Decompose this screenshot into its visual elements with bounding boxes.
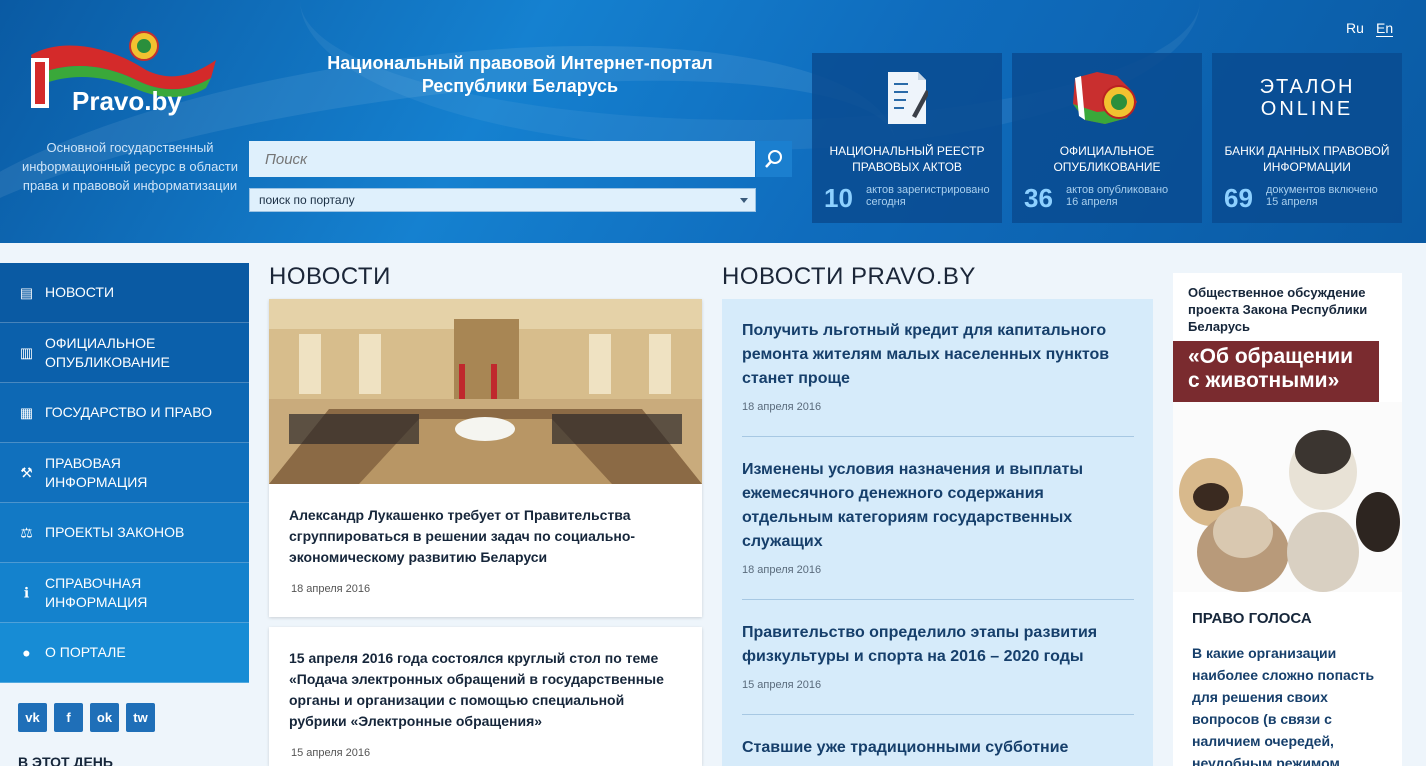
pravo-news-date: 18 апреля 2016	[742, 564, 822, 576]
stat-number: 36	[1024, 183, 1053, 213]
belarus-map-emblem-icon	[1012, 67, 1202, 129]
chat-icon: ●	[22, 644, 31, 660]
pravo-news-section-title: НОВОСТИ PRAVO.BY	[722, 263, 976, 290]
search-scope-select[interactable]: поиск по порталу	[249, 188, 756, 212]
stat-caption-line: актов опубликовано	[1066, 184, 1169, 196]
stat-title: ОФИЦИАЛЬНОЕ ОПУБЛИКОВАНИЕ	[1053, 144, 1161, 174]
stat-number: 10	[824, 183, 853, 213]
lang-ru-link[interactable]: Ru	[1346, 20, 1364, 36]
news-item-date: 15 апреля 2016	[291, 747, 371, 759]
divider	[742, 714, 1134, 715]
stat-number: 69	[1224, 183, 1253, 213]
gavel-icon: ⚒	[20, 464, 33, 480]
sidebar-item-news[interactable]: ▤ НОВОСТИ	[0, 263, 249, 323]
news-photo[interactable]	[269, 299, 702, 484]
sidebar-item-label: ПРАВОВАЯ ИНФОРМАЦИЯ	[45, 454, 148, 490]
sidebar-item-label: СПРАВОЧНАЯ ИНФОРМАЦИЯ	[45, 574, 148, 610]
pravo-news-title[interactable]: Правительство определило этапы развития …	[742, 621, 1134, 669]
search-button[interactable]	[756, 141, 792, 177]
portal-title-line: Национальный правовой Интернет-портал	[327, 53, 713, 73]
search-icon	[765, 150, 782, 168]
vk-icon[interactable]: vk	[18, 703, 47, 732]
news-item-date: 18 апреля 2016	[291, 583, 371, 595]
sidebar-item-state-law[interactable]: ▦ ГОСУДАРСТВО И ПРАВО	[0, 383, 249, 443]
stat-caption-line: 16 апреля	[1066, 196, 1118, 208]
etalon-logo-line: ONLINE	[1260, 98, 1354, 120]
sidebar-item-label: ГОСУДАРСТВО И ПРАВО	[45, 404, 212, 420]
scales-icon: ⚖	[20, 524, 33, 540]
pravo-news-date: 18 апреля 2016	[742, 401, 822, 413]
sidebar-item-legal-info[interactable]: ⚒ ПРАВОВАЯ ИНФОРМАЦИЯ	[0, 443, 249, 503]
lang-en-link[interactable]: En	[1376, 20, 1394, 37]
portal-title-line: Республики Беларусь	[421, 76, 619, 96]
news-item-title[interactable]: 15 апреля 2016 года состоялся круглый ст…	[289, 648, 684, 732]
stat-card-publication[interactable]: ОФИЦИАЛЬНОЕ ОПУБЛИКОВАНИЕ 36 актов опубл…	[1012, 53, 1202, 223]
news-item-title[interactable]: Александр Лукашенко требует от Правитель…	[289, 505, 679, 568]
stat-caption: актов зарегистрировано сегодня	[866, 184, 990, 208]
pravo-news-item[interactable]: Получить льготный кредит для капитальног…	[742, 319, 1134, 413]
odnoklassniki-icon[interactable]: ok	[90, 703, 119, 732]
banner-title: Общественное обсуждение проекта Закона Р…	[1188, 285, 1368, 334]
vote-title: ПРАВО ГОЛОСА	[1192, 610, 1312, 627]
stat-card-databases[interactable]: ЭТАЛОН ONLINE БАНКИ ДАННЫХ ПРАВОВОЙ ИНФО…	[1212, 53, 1402, 223]
document-icon: ▥	[19, 344, 34, 360]
divider	[742, 599, 1134, 600]
banner-highlight: «Об обращении с животными»	[1173, 341, 1379, 402]
stat-caption-line: документов включено	[1266, 184, 1378, 196]
sidebar-item-reference-info[interactable]: ℹ СПРАВОЧНАЯ ИНФОРМАЦИЯ	[0, 563, 249, 623]
vote-question[interactable]: В какие организации наиболее сложно попа…	[1192, 642, 1392, 766]
sidebar-item-label: ОФИЦИАЛЬНОЕ ОПУБЛИКОВАНИЕ	[45, 334, 170, 370]
stat-caption-line: сегодня	[866, 196, 906, 208]
sidebar-item-label: О ПОРТАЛЕ	[45, 644, 126, 660]
sidebar-item-draft-laws[interactable]: ⚖ ПРОЕКТЫ ЗАКОНОВ	[0, 503, 249, 563]
search-scope-value: поиск по порталу	[259, 193, 355, 207]
today-heading: В ЭТОТ ДЕНЬ	[18, 754, 113, 766]
news-section-title: НОВОСТИ	[269, 263, 391, 290]
portal-title: Национальный правовой Интернет-портал Ре…	[250, 52, 790, 98]
pravo-news-title[interactable]: Получить льготный кредит для капитальног…	[742, 319, 1134, 391]
twitter-icon[interactable]: tw	[126, 703, 155, 732]
pravo-news-title[interactable]: Изменены условия назначения и выплаты еж…	[742, 458, 1134, 554]
social-links: vk f ok tw	[18, 703, 155, 732]
stat-caption: актов опубликовано 16 апреля	[1066, 184, 1168, 208]
building-icon: ▦	[19, 404, 34, 420]
stat-caption-line: актов зарегистрировано	[866, 184, 990, 196]
site-header: Pravo.by Основной государственный информ…	[0, 0, 1426, 243]
etalon-logo-line: ЭТАЛОН	[1259, 76, 1355, 98]
pravo-news-list: Получить льготный кредит для капитальног…	[722, 299, 1153, 766]
site-tagline: Основной государственный информационный …	[21, 140, 239, 193]
divider	[742, 436, 1134, 437]
sidebar-nav: ▤ НОВОСТИ ▥ ОФИЦИАЛЬНОЕ ОПУБЛИКОВАНИЕ ▦ …	[0, 263, 249, 683]
sidebar-item-about[interactable]: ● О ПОРТАЛЕ	[0, 623, 249, 683]
sidebar-item-label: ПРОЕКТЫ ЗАКОНОВ	[45, 524, 185, 540]
facebook-icon[interactable]: f	[54, 703, 83, 732]
pravo-news-date: 15 апреля 2016	[742, 679, 822, 691]
logo-text[interactable]: Pravo.by	[72, 86, 182, 117]
news-icon: ▤	[19, 284, 34, 300]
stat-title: НАЦИОНАЛЬНЫЙ РЕЕСТР ПРАВОВЫХ АКТОВ	[829, 144, 985, 174]
registry-document-icon	[812, 67, 1002, 129]
meeting-hall-photo	[269, 299, 702, 484]
pravo-news-item[interactable]: Правительство определило этапы развития …	[742, 621, 1134, 691]
search-input[interactable]	[249, 141, 755, 177]
pravo-news-title[interactable]: Ставшие уже традиционными субботние	[742, 736, 1134, 760]
stat-title: БАНКИ ДАННЫХ ПРАВОВОЙ ИНФОРМАЦИИ	[1224, 144, 1390, 174]
chevron-down-icon	[740, 198, 748, 203]
etalon-online-logo: ЭТАЛОН ONLINE	[1212, 67, 1402, 129]
pets-photo	[1173, 402, 1402, 592]
info-icon: ℹ	[23, 584, 30, 600]
sidebar-item-official-publication[interactable]: ▥ ОФИЦИАЛЬНОЕ ОПУБЛИКОВАНИЕ	[0, 323, 249, 383]
stat-caption: документов включено 15 апреля	[1266, 184, 1378, 208]
public-discussion-banner[interactable]: Общественное обсуждение проекта Закона Р…	[1173, 273, 1402, 592]
sidebar-item-label: НОВОСТИ	[45, 284, 115, 300]
vote-widget: ПРАВО ГОЛОСА В какие организации наиболе…	[1173, 592, 1402, 766]
stat-caption-line: 15 апреля	[1266, 196, 1318, 208]
stat-card-registry[interactable]: НАЦИОНАЛЬНЫЙ РЕЕСТР ПРАВОВЫХ АКТОВ 10 ак…	[812, 53, 1002, 223]
pravo-news-item[interactable]: Ставшие уже традиционными субботние	[742, 736, 1134, 760]
pravo-news-item[interactable]: Изменены условия назначения и выплаты еж…	[742, 458, 1134, 576]
